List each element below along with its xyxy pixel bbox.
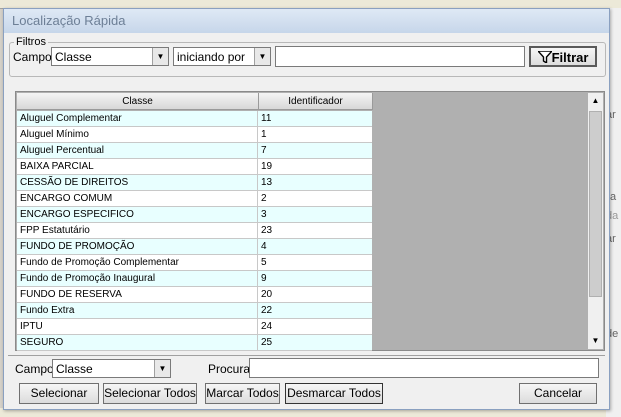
cell-classe[interactable]: IPTU — [17, 319, 258, 335]
campo-select-value: Classe — [55, 50, 92, 64]
column-header-identificador[interactable]: Identificador — [259, 93, 373, 110]
filter-search-input[interactable] — [275, 46, 525, 67]
table-row[interactable]: FPP Estatutário 23 — [17, 223, 372, 239]
separator — [8, 355, 605, 356]
cell-classe[interactable]: Aluguel Mínimo — [17, 127, 258, 143]
cell-classe[interactable]: ENCARGO ESPECIFICO — [17, 207, 258, 223]
cancelar-button[interactable]: Cancelar — [519, 383, 597, 404]
cell-classe[interactable]: FPP Estatutário — [17, 223, 258, 239]
cell-identificador[interactable]: 11 — [258, 111, 372, 127]
cell-identificador[interactable]: 2 — [258, 191, 372, 207]
cell-identificador[interactable]: 9 — [258, 271, 372, 287]
cell-identificador[interactable]: 19 — [258, 159, 372, 175]
table-row[interactable]: FUNDO DE RESERVA 20 — [17, 287, 372, 303]
chevron-down-icon[interactable]: ▼ — [152, 48, 168, 65]
bottom-campo-select[interactable]: Classe ▼ — [52, 359, 171, 378]
table-row[interactable]: Aluguel Percentual 7 — [17, 143, 372, 159]
funnel-icon — [535, 50, 554, 65]
filter-button-label: Filtrar — [551, 50, 589, 65]
operator-select-value: iniciando por — [177, 50, 246, 64]
table-row[interactable]: ENCARGO ESPECIFICO 3 — [17, 207, 372, 223]
cell-classe[interactable]: ENCARGO COMUM — [17, 191, 258, 207]
cell-identificador[interactable]: 25 — [258, 335, 372, 351]
table-row[interactable]: Fundo Extra 22 — [17, 303, 372, 319]
cell-classe[interactable]: Aluguel Complementar — [17, 111, 258, 127]
cell-identificador[interactable]: 4 — [258, 239, 372, 255]
cell-classe[interactable]: Fundo Extra — [17, 303, 258, 319]
table-row[interactable]: ENCARGO COMUM 2 — [17, 191, 372, 207]
cell-identificador[interactable]: 3 — [258, 207, 372, 223]
cell-identificador[interactable]: 23 — [258, 223, 372, 239]
cell-classe[interactable]: SEGURO — [17, 335, 258, 351]
table-row[interactable]: Fundo de Promoção Inaugural 9 — [17, 271, 372, 287]
table-row[interactable]: Aluguel Mínimo 1 — [17, 127, 372, 143]
cell-classe[interactable]: FUNDO DE PROMOÇÃO — [17, 239, 258, 255]
cell-classe[interactable]: FUNDO DE RESERVA — [17, 287, 258, 303]
cell-identificador[interactable]: 20 — [258, 287, 372, 303]
window-title: Localização Rápida — [12, 13, 126, 28]
scrollbar-thumb[interactable] — [589, 111, 602, 297]
filters-legend: Filtros — [14, 36, 48, 48]
cell-classe[interactable]: BAIXA PARCIAL — [17, 159, 258, 175]
arrow-up-icon[interactable]: ▲ — [588, 93, 603, 109]
cell-identificador[interactable]: 7 — [258, 143, 372, 159]
procura-input[interactable] — [249, 358, 599, 378]
table-row[interactable]: Aluguel Complementar 11 — [17, 111, 372, 127]
column-header-classe[interactable]: Classe — [17, 93, 259, 110]
results-grid: Classe Identificador Aluguel Complementa… — [15, 91, 605, 351]
bottom-campo-value: Classe — [56, 362, 93, 376]
table-row[interactable]: FUNDO DE PROMOÇÃO 4 — [17, 239, 372, 255]
title-bar[interactable]: Localização Rápida — [4, 9, 609, 33]
quick-search-dialog: Localização Rápida Filtros Campo: Classe… — [3, 8, 610, 410]
table-row[interactable]: SEGURO 25 — [17, 335, 372, 351]
selecionar-todos-button[interactable]: Selecionar Todos — [103, 383, 197, 404]
cell-classe[interactable]: CESSÃO DE DIREITOS — [17, 175, 258, 191]
cell-classe[interactable]: Aluguel Percentual — [17, 143, 258, 159]
operator-select[interactable]: iniciando por ▼ — [173, 47, 271, 66]
table-row[interactable]: Fundo de Promoção Complementar 5 — [17, 255, 372, 271]
cell-identificador[interactable]: 5 — [258, 255, 372, 271]
chevron-down-icon[interactable]: ▼ — [154, 360, 170, 377]
procura-label: Procura: — [208, 362, 254, 376]
desmarcar-todos-button[interactable]: Desmarcar Todos — [285, 383, 383, 404]
filter-button[interactable]: Filtrar — [529, 46, 597, 67]
cell-classe[interactable]: Fundo de Promoção Complementar — [17, 255, 258, 271]
cell-identificador[interactable]: 22 — [258, 303, 372, 319]
marcar-todos-button[interactable]: Marcar Todos — [205, 383, 280, 404]
selecionar-button[interactable]: Selecionar — [19, 383, 99, 404]
cell-classe[interactable]: Fundo de Promoção Inaugural — [17, 271, 258, 287]
campo-select[interactable]: Classe ▼ — [51, 47, 169, 66]
grid-vertical-scrollbar[interactable]: ▲ ▼ — [588, 93, 603, 349]
table-row[interactable]: BAIXA PARCIAL 19 — [17, 159, 372, 175]
table-row[interactable]: CESSÃO DE DIREITOS 13 — [17, 175, 372, 191]
table-row[interactable]: IPTU 24 — [17, 319, 372, 335]
cell-identificador[interactable]: 24 — [258, 319, 372, 335]
arrow-down-icon[interactable]: ▼ — [588, 333, 603, 349]
cell-identificador[interactable]: 1 — [258, 127, 372, 143]
bottom-campo-label: Campo: — [15, 362, 58, 376]
campo-label: Campo: — [13, 50, 56, 64]
cell-identificador[interactable]: 13 — [258, 175, 372, 191]
background-fragment: a — [610, 191, 617, 203]
chevron-down-icon[interactable]: ▼ — [254, 48, 270, 65]
